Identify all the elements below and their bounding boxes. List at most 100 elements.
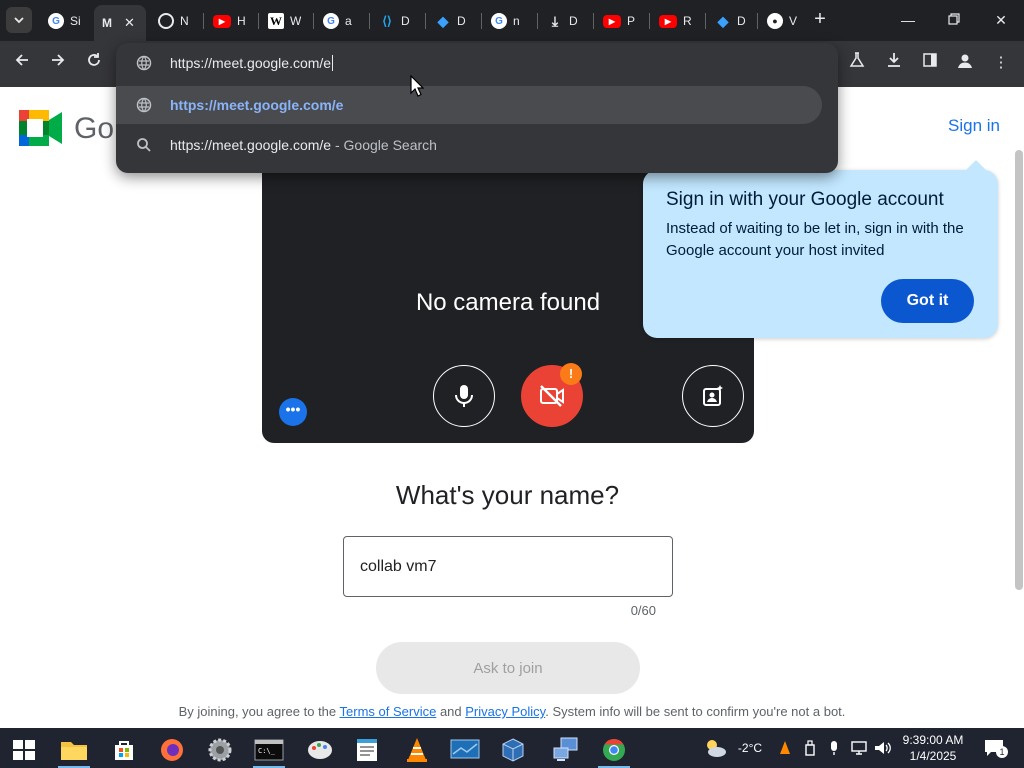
tab-6[interactable]: ⟨⟩ D bbox=[371, 6, 423, 36]
minimize-button[interactable]: — bbox=[896, 8, 920, 32]
tab-separator bbox=[481, 13, 482, 29]
ask-to-join-button[interactable]: Ask to join bbox=[376, 642, 640, 694]
tab-8[interactable]: G n bbox=[483, 6, 535, 36]
name-heading: What's your name? bbox=[395, 480, 620, 510]
taskbar-paint[interactable] bbox=[300, 732, 340, 768]
clock-date: 1/4/2025 bbox=[909, 749, 957, 763]
tab-title: D bbox=[457, 14, 466, 28]
microphone-tray-icon[interactable] bbox=[824, 728, 844, 768]
tab-title: D bbox=[569, 14, 578, 28]
privacy-policy-link[interactable]: Privacy Policy bbox=[465, 704, 545, 719]
close-tab-icon[interactable]: ✕ bbox=[124, 15, 135, 31]
tab-separator bbox=[537, 13, 538, 29]
weather-icon[interactable] bbox=[700, 728, 730, 768]
taskbar-firefox[interactable] bbox=[152, 732, 192, 768]
visual-effects-button[interactable] bbox=[682, 365, 744, 427]
taskbar-virtualbox[interactable] bbox=[493, 732, 533, 768]
start-button[interactable] bbox=[4, 732, 44, 768]
mouse-cursor-icon bbox=[410, 75, 424, 97]
chevron-down-icon bbox=[14, 17, 24, 24]
tab-0[interactable]: G Si bbox=[40, 6, 92, 36]
tab-4[interactable]: W W bbox=[260, 6, 312, 36]
page-scrollbar[interactable] bbox=[1015, 150, 1023, 590]
back-button[interactable] bbox=[10, 52, 34, 76]
got-it-button[interactable]: Got it bbox=[881, 279, 974, 323]
network-tray-icon[interactable] bbox=[848, 728, 870, 768]
tab-search-button[interactable] bbox=[6, 7, 32, 33]
taskbar-vlc[interactable] bbox=[397, 732, 437, 768]
terms-of-service-link[interactable]: Terms of Service bbox=[340, 704, 437, 719]
tab-10[interactable]: ▶ P bbox=[595, 6, 647, 36]
usb-tray-icon[interactable] bbox=[800, 728, 820, 768]
remote-desktop-icon bbox=[450, 739, 480, 759]
tab-separator bbox=[313, 13, 314, 29]
youtube-icon: ▶ bbox=[213, 14, 231, 28]
tab-12[interactable]: ◆ D bbox=[707, 6, 755, 36]
tab-separator bbox=[705, 13, 706, 29]
taskbar-settings-app[interactable] bbox=[200, 732, 240, 768]
tab-title: M bbox=[102, 16, 112, 30]
more-menu-icon[interactable]: ⋮ bbox=[990, 52, 1012, 74]
tab-strip: G Si M ✕ N ▶ H W W G a ⟨⟩ D ◆ D G n ⤓ D bbox=[0, 0, 1024, 41]
reload-button[interactable] bbox=[82, 52, 106, 76]
tab-title: W bbox=[290, 14, 302, 28]
omnibox-suggestion-search[interactable]: https://meet.google.com/e - Google Searc… bbox=[116, 126, 822, 164]
terms-footer: By joining, you agree to the Terms of Se… bbox=[0, 704, 1024, 728]
name-input[interactable] bbox=[343, 536, 673, 597]
tab-separator bbox=[203, 13, 204, 29]
taskbar-store[interactable] bbox=[104, 732, 144, 768]
text-caret bbox=[332, 55, 334, 71]
tab-2[interactable]: N bbox=[150, 6, 200, 36]
download-icon: ⤓ bbox=[551, 12, 559, 29]
address-input[interactable]: https://meet.google.com/e bbox=[170, 55, 334, 71]
tab-5[interactable]: G a bbox=[315, 6, 367, 36]
weather-temperature[interactable]: -2°C bbox=[732, 728, 768, 768]
notification-center-button[interactable]: 1 bbox=[978, 728, 1010, 768]
volume-tray-icon[interactable] bbox=[872, 728, 894, 768]
taskbar-remote-desktop[interactable] bbox=[445, 732, 485, 768]
tab-separator bbox=[258, 13, 259, 29]
tab-9[interactable]: ⤓ D bbox=[539, 6, 591, 36]
side-panel-icon[interactable] bbox=[919, 52, 941, 74]
omnibox-suggestion-url[interactable]: https://meet.google.com/e bbox=[116, 86, 822, 124]
restore-button[interactable] bbox=[942, 8, 966, 32]
vscode-icon: ⟨⟩ bbox=[382, 14, 392, 28]
youtube-icon: ▶ bbox=[659, 14, 677, 28]
microphone-icon bbox=[455, 385, 473, 407]
address-bar[interactable]: https://meet.google.com/e bbox=[116, 43, 838, 83]
system-clock[interactable]: 9:39:00 AM 1/4/2025 bbox=[896, 732, 970, 764]
tab-title: D bbox=[737, 14, 746, 28]
camera-warning-badge: ! bbox=[560, 363, 582, 385]
new-tab-button[interactable]: + bbox=[810, 9, 830, 29]
taskbar-chrome[interactable] bbox=[594, 732, 634, 768]
notification-count: 1 bbox=[996, 746, 1008, 758]
tab-13[interactable]: ● V bbox=[759, 6, 807, 36]
chrome-icon bbox=[603, 739, 625, 761]
wikipedia-icon: W bbox=[268, 13, 284, 29]
taskbar-terminal[interactable]: C:\_ bbox=[249, 732, 289, 768]
tab-active-meet[interactable]: M ✕ bbox=[94, 5, 146, 41]
close-window-button[interactable]: ✕ bbox=[989, 8, 1013, 32]
tab-title: D bbox=[401, 14, 410, 28]
tab-separator bbox=[649, 13, 650, 29]
tab-3[interactable]: ▶ H bbox=[205, 6, 255, 36]
vlc-tray-icon[interactable] bbox=[774, 728, 796, 768]
callout-title: Sign in with your Google account bbox=[666, 189, 944, 210]
profile-avatar-icon[interactable] bbox=[954, 52, 976, 74]
sign-in-link[interactable]: Sign in bbox=[948, 116, 1000, 136]
forward-button[interactable] bbox=[46, 52, 70, 76]
downloads-icon[interactable] bbox=[883, 52, 905, 74]
store-bag-icon bbox=[115, 741, 133, 760]
tab-11[interactable]: ▶ R bbox=[651, 6, 703, 36]
google-icon: G bbox=[491, 13, 507, 29]
taskbar-file-explorer[interactable] bbox=[54, 732, 94, 768]
firefox-icon bbox=[161, 739, 183, 761]
gear-icon bbox=[208, 738, 232, 762]
labs-flask-icon[interactable] bbox=[846, 52, 868, 74]
more-options-button[interactable]: ••• bbox=[279, 398, 307, 426]
taskbar-network-app[interactable] bbox=[546, 732, 586, 768]
taskbar-notepad[interactable] bbox=[347, 732, 387, 768]
tab-separator bbox=[757, 13, 758, 29]
tab-7[interactable]: ◆ D bbox=[427, 6, 479, 36]
microphone-button[interactable] bbox=[433, 365, 495, 427]
